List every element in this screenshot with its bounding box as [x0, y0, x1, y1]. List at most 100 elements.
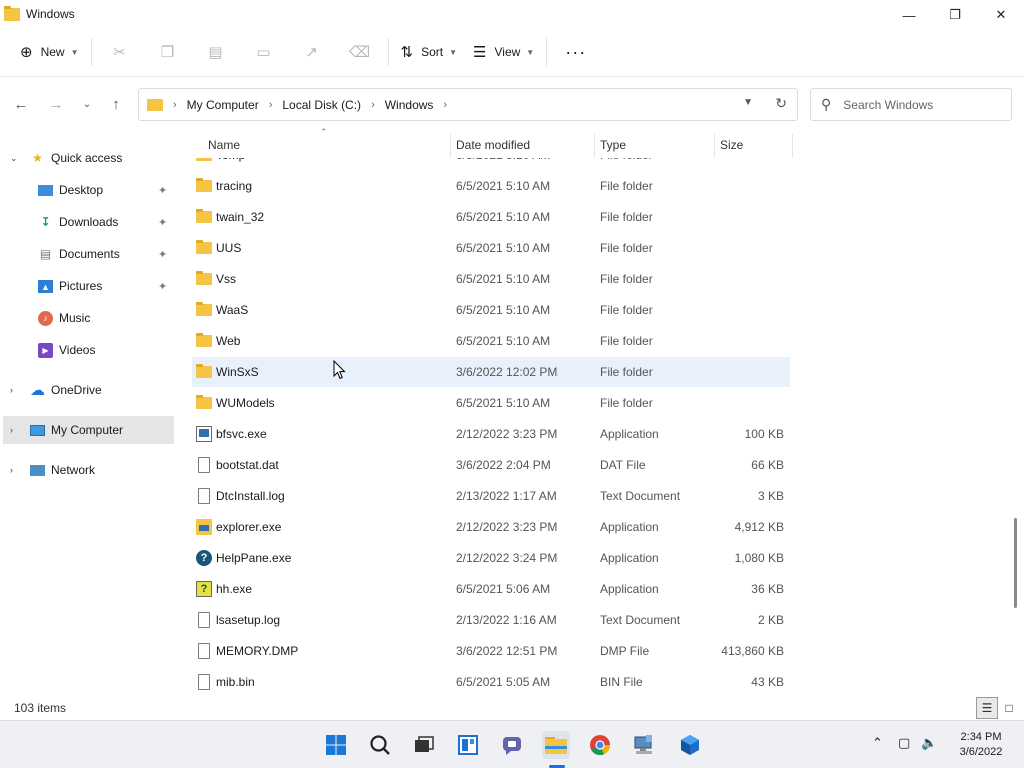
search-input[interactable]	[843, 97, 994, 112]
file-row[interactable]: Vss 6/5/2021 5:10 AM File folder	[192, 264, 790, 294]
scrollbar-thumb[interactable]	[1014, 518, 1017, 608]
delete-button[interactable]: ⌫	[336, 36, 384, 68]
file-row[interactable]: twain_32 6/5/2021 5:10 AM File folder	[192, 202, 790, 232]
file-row[interactable]: WaaS 6/5/2021 5:10 AM File folder	[192, 295, 790, 325]
details-view-button[interactable]: ☰	[976, 697, 998, 719]
sidebar-item-videos[interactable]: ▶ Videos	[0, 336, 178, 364]
maximize-button[interactable]: ❐	[932, 0, 978, 30]
new-button[interactable]: ⊕ New ▼	[12, 36, 87, 68]
start-button[interactable]	[322, 731, 350, 759]
window-controls: — ❐ ✕	[886, 0, 1024, 30]
column-divider[interactable]	[792, 134, 793, 158]
column-divider[interactable]	[594, 134, 595, 158]
pin-icon[interactable]: ✦	[158, 216, 167, 229]
column-header-name[interactable]: Name	[208, 132, 448, 158]
clock-date: 3/6/2022	[959, 746, 1003, 758]
taskbar-file-explorer-button[interactable]	[542, 731, 570, 759]
sidebar-item-label: Videos	[59, 343, 96, 357]
column-header-size[interactable]: Size	[720, 132, 790, 158]
back-button[interactable]: ←	[10, 93, 32, 115]
file-row[interactable]: ? hh.exe 6/5/2021 5:06 AM Application 36 KB	[192, 574, 790, 604]
address-dropdown-button[interactable]: ▼	[743, 97, 753, 108]
breadcrumb-local-disk[interactable]: Local Disk (C:)	[282, 98, 361, 112]
network-status-icon[interactable]: ▢	[898, 735, 910, 751]
teams-chat-button[interactable]	[498, 731, 526, 759]
pin-icon[interactable]: ✦	[158, 280, 167, 293]
show-hidden-icons-button[interactable]: ⌃	[872, 735, 883, 751]
file-row[interactable]: Web 6/5/2021 5:10 AM File folder	[192, 326, 790, 356]
task-view-button[interactable]	[410, 731, 438, 759]
breadcrumb-windows[interactable]: Windows	[385, 98, 434, 112]
sidebar-item-onedrive[interactable]: › ☁ OneDrive	[0, 376, 178, 404]
chrome-button[interactable]	[586, 731, 614, 759]
sidebar-item-network[interactable]: › Network	[0, 456, 178, 484]
search-icon: ⚲	[821, 96, 832, 112]
sidebar-item-music[interactable]: ♪ Music	[0, 304, 178, 332]
sidebar-item-documents[interactable]: ▤ Documents ✦	[0, 240, 178, 268]
pin-icon[interactable]: ✦	[158, 184, 167, 197]
sidebar-item-downloads[interactable]: ↧ Downloads ✦	[0, 208, 178, 236]
file-row[interactable]: WinSxS 3/6/2022 12:02 PM File folder	[192, 357, 790, 387]
file-row[interactable]: Temp 6/5/2021 5:10 AM File folder	[192, 158, 790, 170]
file-row[interactable]: WUModels 6/5/2021 5:10 AM File folder	[192, 388, 790, 418]
address-bar[interactable]: › My Computer › Local Disk (C:) › Window…	[138, 88, 798, 121]
sidebar-item-pictures[interactable]: ▲ Pictures ✦	[0, 272, 178, 300]
vertical-scrollbar[interactable]	[1013, 134, 1019, 696]
cube-app-icon	[681, 735, 699, 755]
column-header-date-modified[interactable]: Date modified	[456, 132, 591, 158]
rename-button[interactable]: ▭	[240, 36, 288, 68]
file-size: 100 KB	[744, 427, 784, 441]
sidebar-item-my-computer[interactable]: › My Computer	[3, 416, 174, 444]
file-date-modified: 6/5/2021 5:10 AM	[456, 210, 551, 224]
file-row[interactable]: lsasetup.log 2/13/2022 1:16 AM Text Docume…	[192, 605, 790, 635]
system-clock[interactable]: 2:34 PM 3/6/2022	[944, 730, 1018, 760]
file-size: 43 KB	[751, 675, 784, 689]
pin-icon[interactable]: ✦	[158, 248, 167, 261]
copy-button[interactable]: ❐	[144, 36, 192, 68]
recent-locations-button[interactable]: ⌄	[76, 93, 98, 115]
tiles-view-button[interactable]: □	[998, 697, 1020, 719]
up-button[interactable]: ↑	[105, 93, 127, 115]
file-size: 1,080 KB	[734, 551, 784, 565]
column-header-type[interactable]: Type	[600, 132, 710, 158]
file-name: MEMORY.DMP	[216, 644, 299, 658]
view-button[interactable]: ☰ View ▼	[465, 36, 542, 68]
share-button[interactable]: ↗	[288, 36, 336, 68]
file-date-modified: 2/13/2022 1:17 AM	[456, 489, 557, 503]
cut-button[interactable]: ✂	[96, 36, 144, 68]
file-row[interactable]: DtcInstall.log 2/13/2022 1:17 AM Text Docu…	[192, 481, 790, 511]
forward-button[interactable]: →	[45, 93, 67, 115]
file-row[interactable]: bfsvc.exe 2/12/2022 3:23 PM Application 100…	[192, 419, 790, 449]
minimize-button[interactable]: —	[886, 0, 932, 30]
toolbar-divider	[387, 38, 389, 66]
file-row[interactable]: MEMORY.DMP 3/6/2022 12:51 PM DMP File 413,8…	[192, 636, 790, 666]
more-options-button[interactable]: ···	[551, 36, 600, 68]
refresh-button[interactable]: ↻	[775, 95, 787, 112]
taskbar-search-button[interactable]	[366, 731, 394, 759]
folder-icon	[196, 364, 212, 378]
widgets-button[interactable]	[454, 731, 482, 759]
column-divider[interactable]	[450, 134, 451, 158]
task-view-icon	[415, 736, 434, 752]
search-box[interactable]: ⚲	[810, 88, 1012, 121]
cube-app-button[interactable]	[676, 731, 704, 759]
breadcrumb-my-computer[interactable]: My Computer	[187, 98, 259, 112]
sort-button[interactable]: ⇅ Sort ▼	[393, 36, 466, 68]
sidebar-item-quick-access[interactable]: ⌄ ★ Quick access	[0, 144, 178, 172]
paste-button[interactable]: ▤	[192, 36, 240, 68]
file-row[interactable]: UUS 6/5/2021 5:10 AM File folder	[192, 233, 790, 263]
sidebar-item-desktop[interactable]: Desktop ✦	[0, 176, 178, 204]
file-row[interactable]: mib.bin 6/5/2021 5:05 AM BIN File 43 KB	[192, 667, 790, 697]
navigation-row: ← → ⌄ ↑ › My Computer › Local Disk (C:) …	[0, 76, 1024, 132]
file-row[interactable]: tracing 6/5/2021 5:10 AM File folder	[192, 171, 790, 201]
file-row[interactable]: explorer.exe 2/12/2022 3:23 PM Application…	[192, 512, 790, 542]
network-app-button[interactable]	[630, 731, 658, 759]
volume-icon[interactable]: 🔈	[921, 735, 937, 751]
folder-icon	[196, 271, 212, 285]
close-button[interactable]: ✕	[978, 0, 1024, 30]
file-row[interactable]: ? HelpPane.exe 2/12/2022 3:24 PM Applicatio…	[192, 543, 790, 573]
column-divider[interactable]	[714, 134, 715, 158]
file-name: WUModels	[216, 396, 275, 410]
trash-icon: ⌫	[348, 44, 371, 61]
file-row[interactable]: bootstat.dat 3/6/2022 2:04 PM DAT File 66 K…	[192, 450, 790, 480]
